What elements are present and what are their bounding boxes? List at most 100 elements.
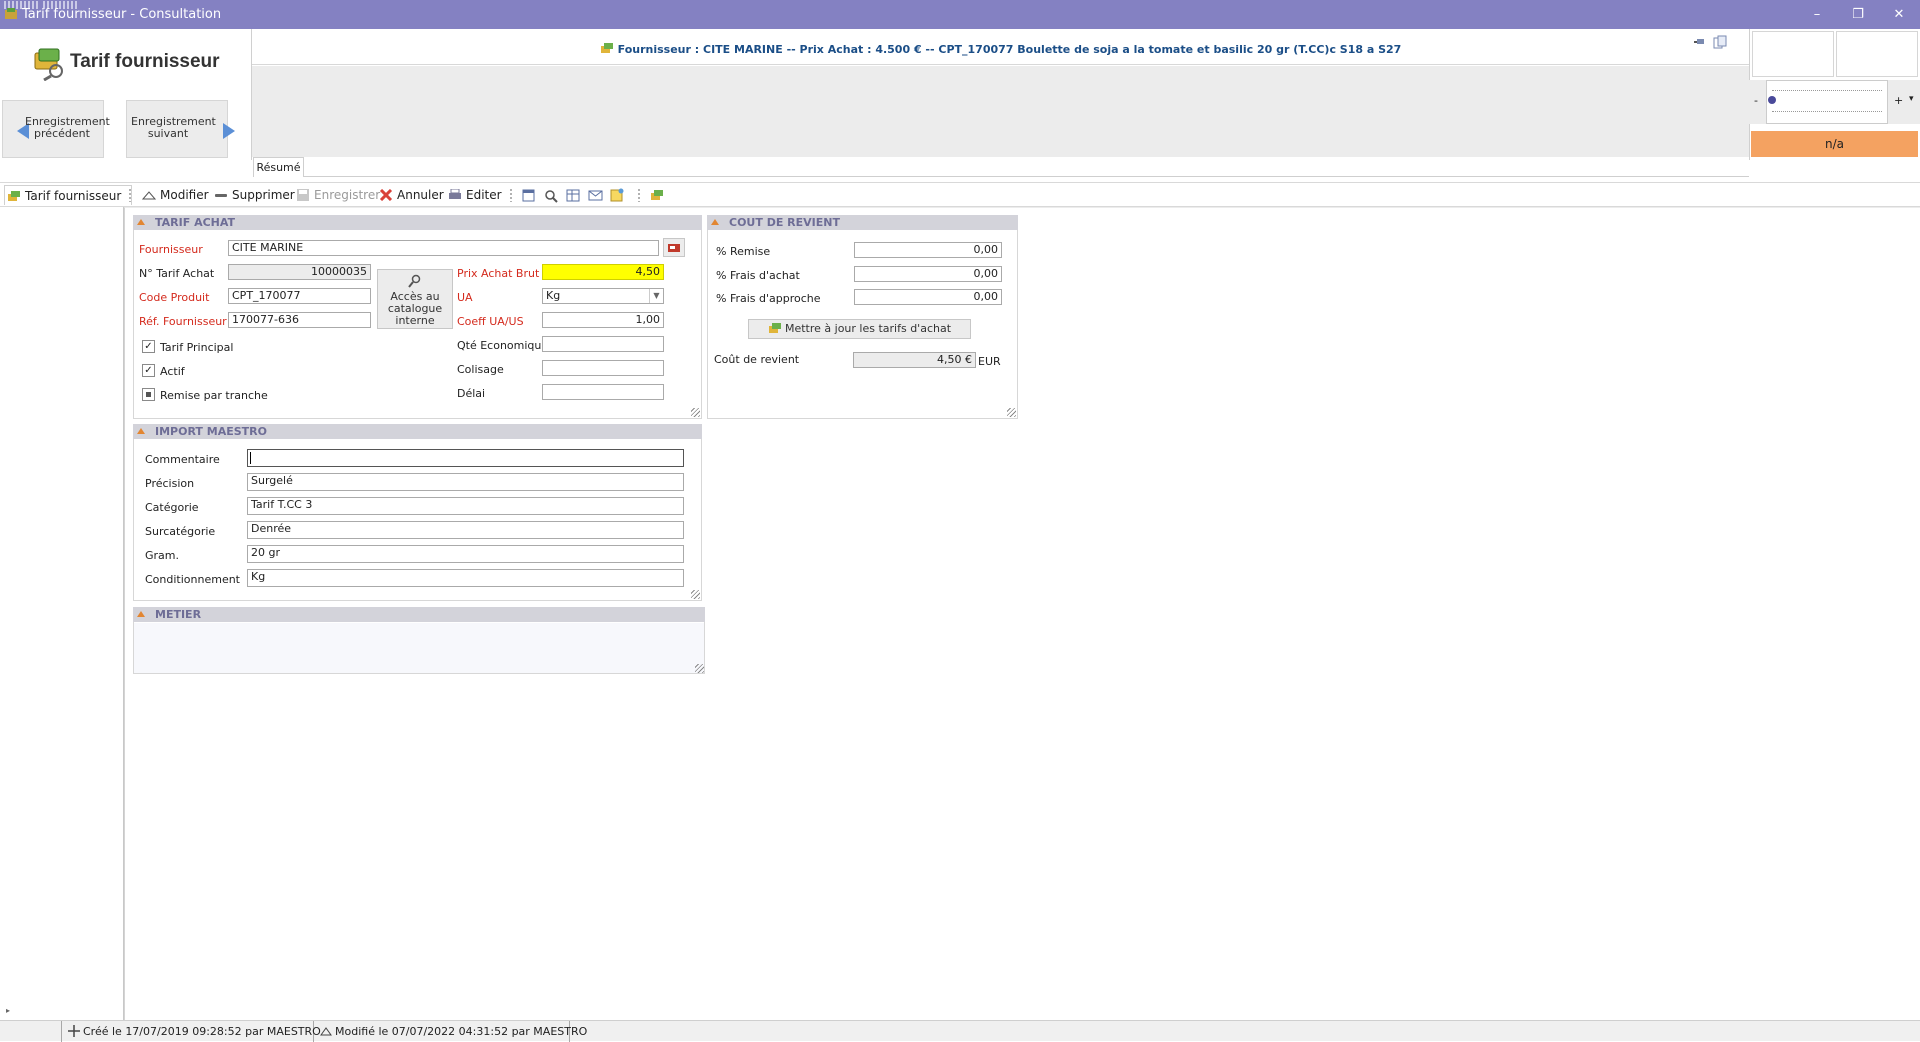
slider-minus[interactable]: - xyxy=(1754,94,1758,107)
status-bar: Créé le 17/07/2019 09:28:52 par MAESTRO … xyxy=(0,1020,1920,1042)
search-icon[interactable] xyxy=(544,189,558,203)
commentaire-label: Commentaire xyxy=(145,453,220,466)
editer-button[interactable]: Editer xyxy=(448,187,502,204)
ref-fournisseur-field[interactable]: 170077-636 xyxy=(228,312,371,328)
move-icon xyxy=(68,1025,80,1037)
expand-sidebar-icon[interactable]: ▸ xyxy=(6,1006,10,1015)
toolbar: Tarif fournisseur Modifier Supprimer Enr… xyxy=(0,182,1920,207)
restore-button[interactable]: ❐ xyxy=(1838,0,1878,29)
colisage-field[interactable] xyxy=(542,360,664,376)
collapse-icon xyxy=(137,428,145,434)
code-produit-label: Code Produit xyxy=(139,291,210,304)
commentaire-field[interactable] xyxy=(247,449,684,467)
surcategorie-label: Surcatégorie xyxy=(145,525,216,538)
frais-achat-label: % Frais d'achat xyxy=(716,269,800,282)
resize-grip[interactable] xyxy=(691,408,700,417)
resize-grip[interactable] xyxy=(1007,408,1016,417)
cout-revient-header[interactable]: COUT DE REVIENT xyxy=(707,215,1018,230)
tarif-achat-header[interactable]: TARIF ACHAT xyxy=(133,215,702,230)
tab-tarif-fournisseur[interactable]: Tarif fournisseur xyxy=(4,185,133,205)
metier-header[interactable]: METIER xyxy=(133,607,705,622)
remise-tranche-checkbox[interactable] xyxy=(142,388,155,401)
enregistrer-button[interactable]: Enregistrer xyxy=(296,187,380,204)
supprimer-button[interactable]: Supprimer xyxy=(214,187,295,204)
calendar-icon[interactable] xyxy=(522,189,535,202)
actif-checkbox[interactable]: ✓ xyxy=(142,364,155,377)
resize-grip[interactable] xyxy=(691,590,700,599)
coeff-field[interactable]: 1,00 xyxy=(542,312,664,328)
status-badge: n/a xyxy=(1751,131,1918,157)
collapse-icon xyxy=(137,611,145,617)
created-info: Créé le 17/07/2019 09:28:52 par MAESTRO xyxy=(62,1021,321,1042)
delai-field[interactable] xyxy=(542,384,664,400)
page-title: Tarif fournisseur xyxy=(70,51,220,72)
import-maestro-header[interactable]: IMPORT MAESTRO xyxy=(133,424,702,439)
num-tarif-field[interactable]: 10000035 xyxy=(228,264,371,280)
currency-label: EUR xyxy=(978,355,1001,368)
conditionnement-label: Conditionnement xyxy=(145,573,240,586)
conditionnement-field[interactable]: Kg xyxy=(247,569,684,587)
minimize-button[interactable]: – xyxy=(1797,0,1837,29)
card-icon xyxy=(668,244,680,252)
zoom-slider[interactable]: - + ▾ xyxy=(1749,80,1920,124)
pin-icon[interactable] xyxy=(1693,36,1707,48)
surcategorie-field[interactable]: Denrée xyxy=(247,521,684,539)
header-left-panel: Tarif fournisseur Enregistrement précéde… xyxy=(0,29,252,160)
copy-icon[interactable] xyxy=(1713,35,1727,49)
collapse-icon xyxy=(137,219,145,225)
tarif-icon xyxy=(8,191,20,201)
ua-select[interactable]: Kg ▼ xyxy=(542,288,664,304)
frais-achat-field[interactable]: 0,00 xyxy=(854,266,1002,282)
cout-revient-field: 4,50 € xyxy=(853,352,976,368)
text-cursor xyxy=(250,452,251,464)
info-box-left xyxy=(1752,31,1834,77)
window-titlebar: Tarif fournisseur - Consultation – ❐ ✕ xyxy=(0,0,1920,29)
actif-label: Actif xyxy=(160,365,185,378)
categorie-label: Catégorie xyxy=(145,501,199,514)
slider-track[interactable] xyxy=(1766,80,1888,124)
app-icon xyxy=(5,8,17,19)
next-record-button[interactable]: Enregistrement suivant xyxy=(126,100,235,158)
edit-icon xyxy=(142,191,156,200)
grid-icon[interactable] xyxy=(566,189,580,202)
annuler-button[interactable]: Annuler xyxy=(379,187,444,204)
code-produit-field[interactable]: CPT_170077 xyxy=(228,288,371,304)
slider-thumb[interactable] xyxy=(1768,96,1776,104)
gram-field[interactable]: 20 gr xyxy=(247,545,684,563)
tarif-update-icon[interactable] xyxy=(650,189,664,201)
main-content: TARIF ACHAT Fournisseur CITE MARINE N° T… xyxy=(124,207,1920,1020)
gram-label: Gram. xyxy=(145,549,179,562)
categorie-field[interactable]: Tarif T.CC 3 xyxy=(247,497,684,515)
tarif-principal-checkbox[interactable]: ✓ xyxy=(142,340,155,353)
save-icon xyxy=(297,189,309,201)
search-icon xyxy=(408,274,421,288)
tarif-icon xyxy=(600,43,613,53)
chevron-down-icon[interactable]: ▼ xyxy=(649,289,663,303)
slider-dropdown-icon[interactable]: ▾ xyxy=(1909,94,1914,104)
modifier-button[interactable]: Modifier xyxy=(142,187,209,204)
edit-icon xyxy=(320,1027,332,1036)
tarif-icon xyxy=(768,323,781,333)
remise-label: % Remise xyxy=(716,245,771,258)
mail-icon[interactable] xyxy=(588,189,603,202)
note-icon[interactable] xyxy=(610,188,624,202)
record-summary: Fournisseur : CITE MARINE -- Prix Achat … xyxy=(252,42,1749,56)
delete-icon xyxy=(215,194,227,197)
fournisseur-field[interactable]: CITE MARINE xyxy=(228,240,659,256)
prix-achat-field[interactable]: 4,50 xyxy=(542,264,664,280)
precision-field[interactable]: Surgelé xyxy=(247,473,684,491)
slider-plus[interactable]: + xyxy=(1894,94,1903,107)
resize-grip[interactable] xyxy=(695,664,704,673)
close-button[interactable]: ✕ xyxy=(1879,0,1919,29)
remise-field[interactable]: 0,00 xyxy=(854,242,1002,258)
catalogue-interne-button[interactable]: Accès au catalogue interne xyxy=(377,269,453,329)
tab-resume[interactable]: Résumé xyxy=(253,157,304,177)
update-tarifs-button[interactable]: Mettre à jour les tarifs d'achat xyxy=(748,319,971,339)
tarif-fournisseur-icon xyxy=(34,48,63,81)
previous-record-button[interactable]: Enregistrement précédent xyxy=(2,100,110,158)
fournisseur-open-button[interactable] xyxy=(663,238,685,257)
qte-economique-field[interactable] xyxy=(542,336,664,352)
frais-approche-field[interactable]: 0,00 xyxy=(854,289,1002,305)
qte-economique-label: Qté Economique xyxy=(457,339,549,352)
precision-label: Précision xyxy=(145,477,195,490)
